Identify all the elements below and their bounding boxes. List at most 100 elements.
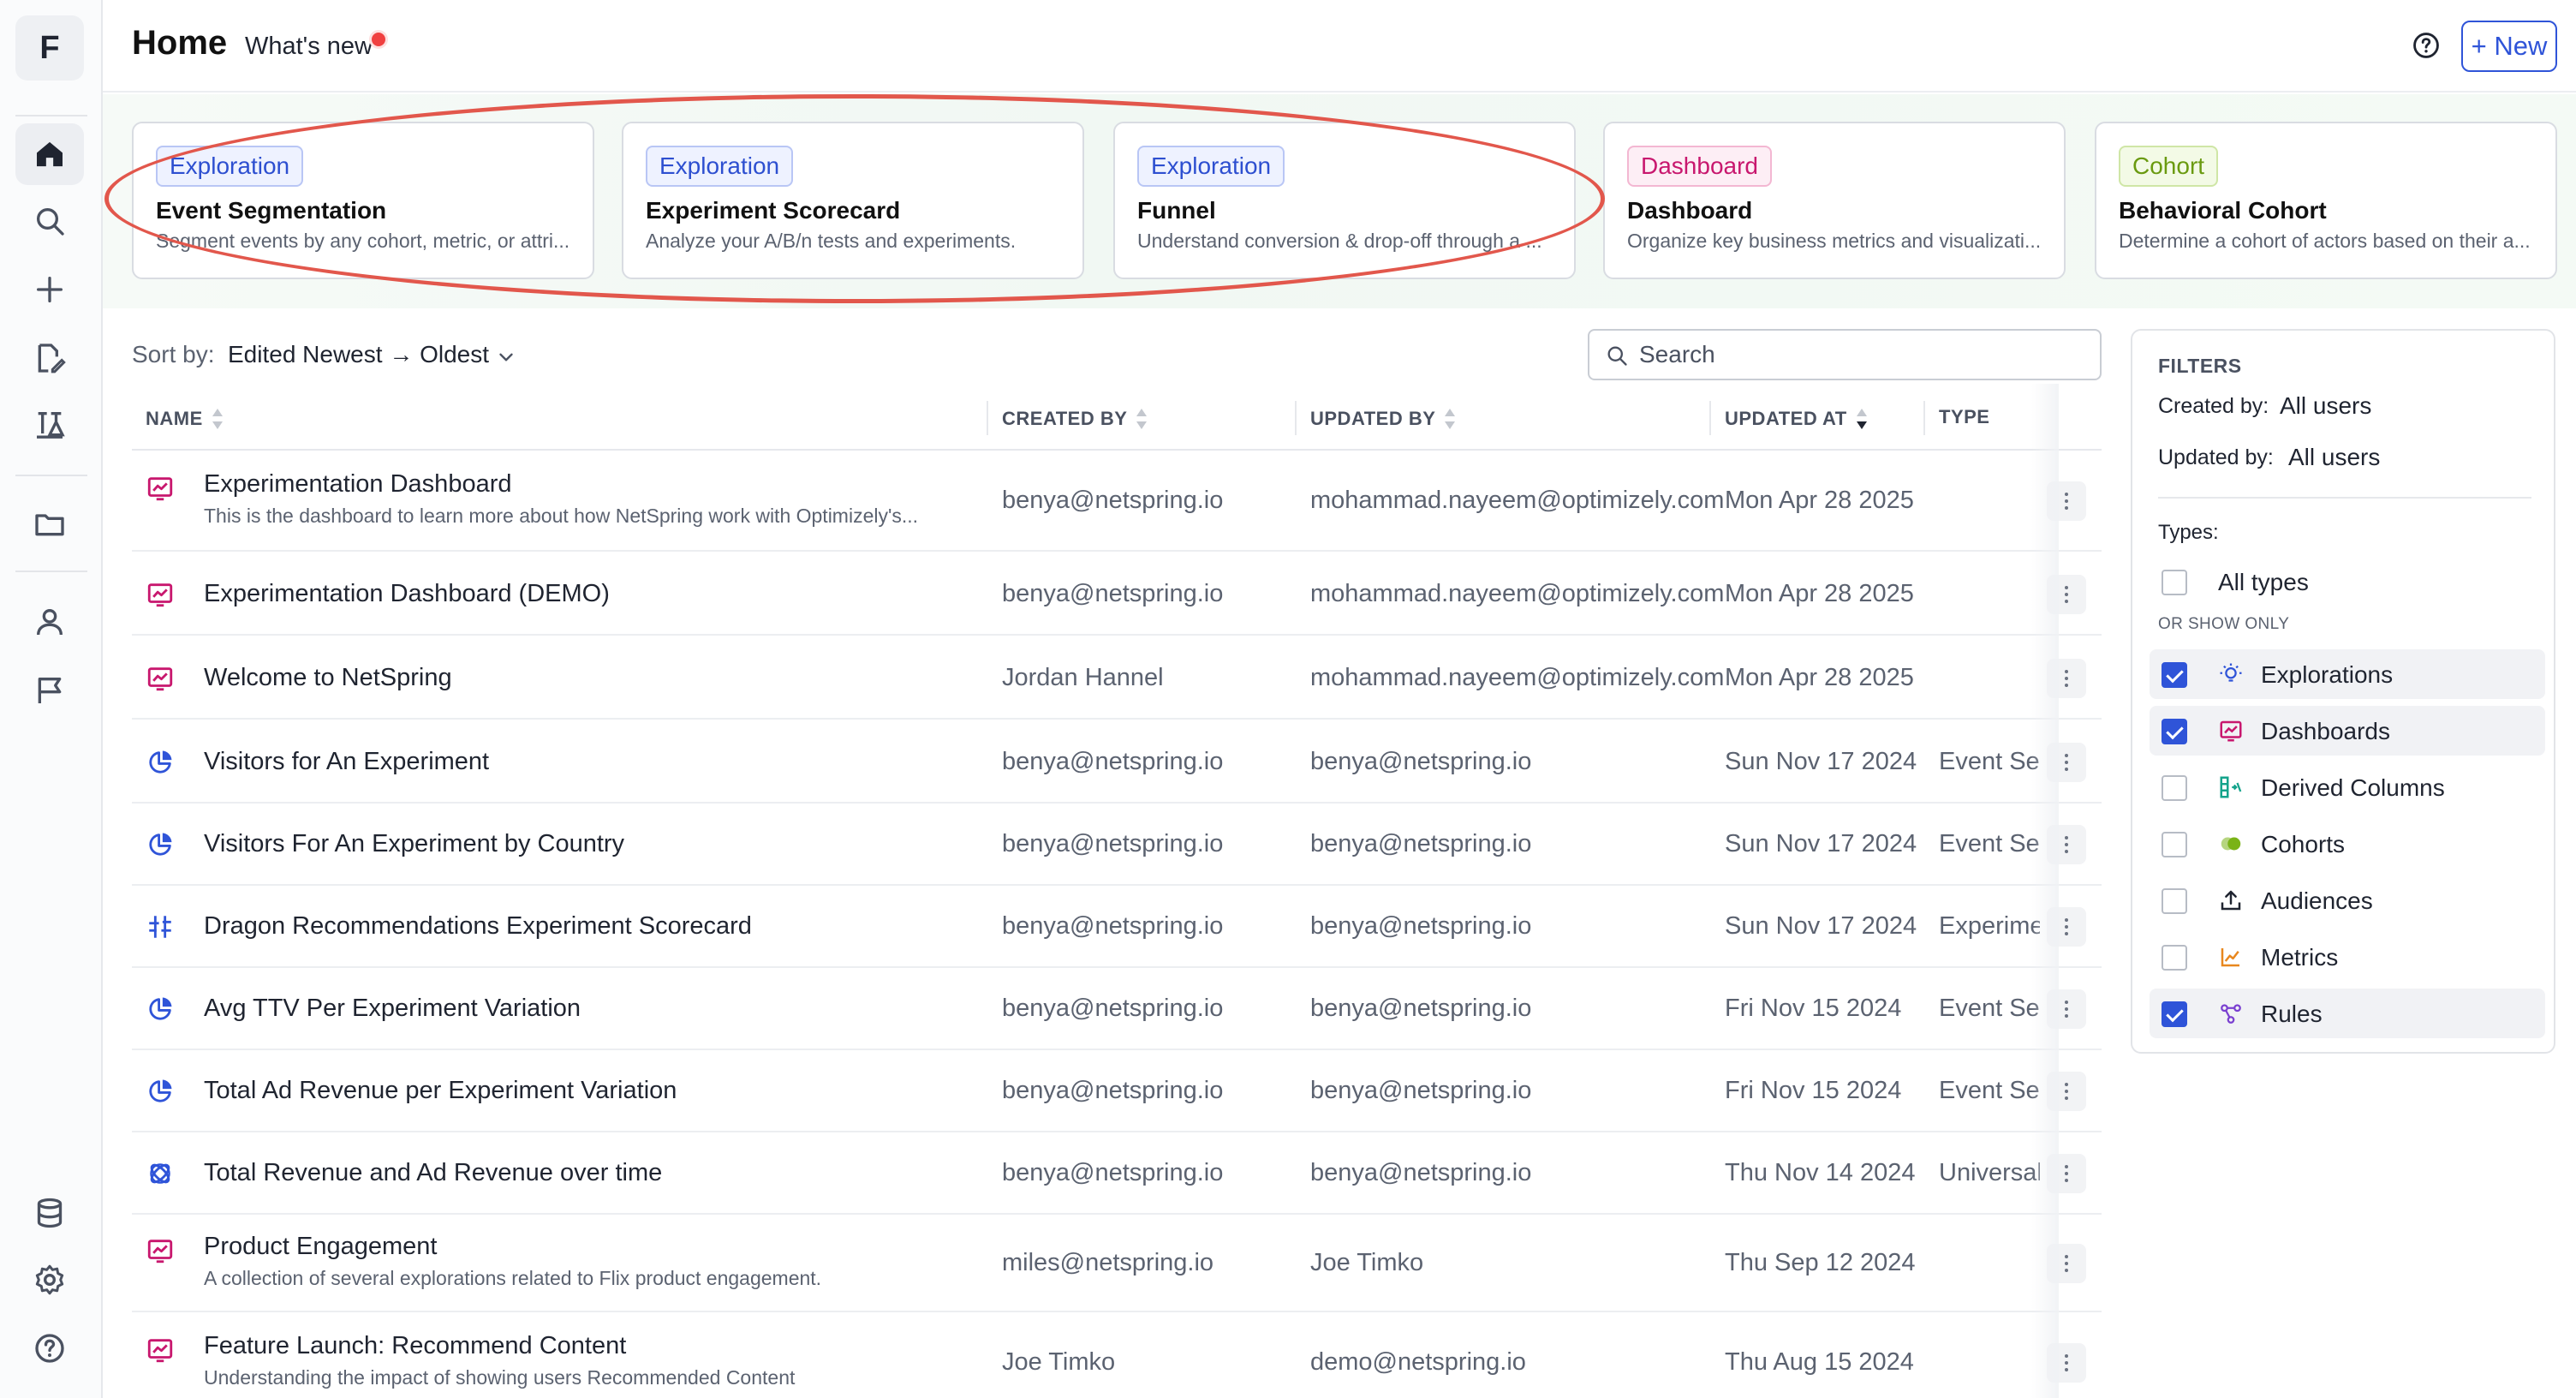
- table-row[interactable]: Visitors for An Experiment benya@netsprin…: [132, 721, 2102, 804]
- table-row[interactable]: Welcome to NetSpring Jordan Hannel mohamma…: [132, 637, 2102, 720]
- type-cell: Event Segmentation: [1939, 1077, 2040, 1104]
- type-filter-checkbox[interactable]: [2162, 888, 2187, 914]
- kebab-icon: [2065, 999, 2068, 1019]
- template-card-experiment-scorecard[interactable]: Exploration Experiment Scorecard Analyze…: [622, 122, 1084, 279]
- page-title: Home: [132, 24, 228, 62]
- chevron-down-icon[interactable]: [495, 346, 517, 368]
- template-card-behavioral-cohort[interactable]: Cohort Behavioral Cohort Determine a coh…: [2095, 122, 2557, 279]
- sort-dropdown[interactable]: Edited Newest → Oldest: [228, 341, 489, 368]
- sidebar-item-edit[interactable]: [15, 327, 84, 389]
- help-icon[interactable]: [2412, 31, 2441, 60]
- sidebar-item-home[interactable]: [15, 123, 84, 185]
- table-row[interactable]: Total Revenue and Ad Revenue over time be…: [132, 1132, 2102, 1215]
- item-name[interactable]: Dragon Recommendations Experiment Scorec…: [204, 912, 752, 941]
- sidebar-item-experiments[interactable]: [15, 394, 84, 456]
- column-header-created-by[interactable]: CREATED BY: [1002, 406, 1149, 432]
- template-card-event-segmentation[interactable]: Exploration Event Segmentation Segment e…: [132, 122, 594, 279]
- created-by-select[interactable]: All users: [2280, 392, 2371, 420]
- type-filter-option[interactable]: Audiences: [2150, 875, 2545, 925]
- all-types-option[interactable]: All types: [2150, 557, 2545, 606]
- table-row[interactable]: Product Engagement A collection of severa…: [132, 1215, 2102, 1312]
- scorecard-icon: [146, 912, 175, 941]
- row-menu-button[interactable]: [2047, 907, 2086, 947]
- sidebar-item-help[interactable]: [15, 1317, 84, 1379]
- all-types-checkbox[interactable]: [2162, 570, 2187, 595]
- column-header-type[interactable]: TYPE: [1939, 406, 1989, 428]
- sort-icon: [1136, 409, 1148, 429]
- row-menu-button[interactable]: [2047, 743, 2086, 782]
- search-icon: [37, 208, 64, 236]
- template-card-dashboard[interactable]: Dashboard Dashboard Organize key busines…: [1603, 122, 2066, 279]
- column-divider: [1709, 401, 1711, 435]
- sidebar-item-settings[interactable]: [15, 1249, 84, 1311]
- whats-new-link[interactable]: What's new: [245, 33, 373, 61]
- table-row[interactable]: Feature Launch: Recommend Content Underst…: [132, 1314, 2102, 1398]
- row-menu-button[interactable]: [2047, 989, 2086, 1029]
- dashboard-icon: [2218, 718, 2244, 744]
- column-header-updated-at[interactable]: UPDATED AT: [1725, 406, 1869, 432]
- table-row[interactable]: Avg TTV Per Experiment Variation benya@ne…: [132, 968, 2102, 1050]
- notification-dot: [372, 33, 385, 46]
- item-name[interactable]: Experimentation Dashboard (DEMO): [204, 580, 610, 608]
- column-header-updated-by[interactable]: UPDATED BY: [1310, 406, 1458, 432]
- table-row[interactable]: Experimentation Dashboard (DEMO) benya@ne…: [132, 553, 2102, 636]
- type-filter-option[interactable]: Rules: [2150, 989, 2545, 1038]
- type-filter-checkbox[interactable]: [2162, 945, 2187, 971]
- item-name[interactable]: Welcome to NetSpring: [204, 664, 452, 692]
- item-description: Understanding the impact of showing user…: [204, 1366, 796, 1389]
- dashboard-icon: [146, 1335, 175, 1365]
- item-name[interactable]: Total Revenue and Ad Revenue over time: [204, 1159, 662, 1187]
- updated-by-cell: Joe Timko: [1310, 1249, 1424, 1276]
- kebab-icon: [2065, 834, 2068, 855]
- row-menu-button[interactable]: [2047, 1244, 2086, 1283]
- sidebar-item-create[interactable]: [15, 259, 84, 320]
- created-by-cell: benya@netspring.io: [1002, 912, 1224, 940]
- new-button[interactable]: + New: [2461, 21, 2557, 72]
- sidebar-item-folders[interactable]: [15, 493, 84, 555]
- type-filter-checkbox[interactable]: [2162, 832, 2187, 857]
- item-name[interactable]: Visitors for An Experiment: [204, 748, 489, 776]
- row-menu-button[interactable]: [2047, 1154, 2086, 1193]
- type-filter-option[interactable]: Dashboards: [2150, 706, 2545, 756]
- dashboard-icon: [146, 1236, 175, 1265]
- updated-at-cell: Sun Nov 17 2024: [1725, 748, 1917, 775]
- type-filter-checkbox[interactable]: [2162, 662, 2187, 688]
- type-filter-option[interactable]: Derived Columns: [2150, 762, 2545, 812]
- sidebar-item-search[interactable]: [15, 190, 84, 252]
- type-filter-option[interactable]: Cohorts: [2150, 819, 2545, 869]
- row-menu-button[interactable]: [2047, 1072, 2086, 1111]
- table-row[interactable]: Visitors For An Experiment by Country ben…: [132, 804, 2102, 886]
- row-menu-button[interactable]: [2047, 825, 2086, 864]
- item-name[interactable]: Total Ad Revenue per Experiment Variatio…: [204, 1077, 677, 1105]
- sidebar-item-users[interactable]: [15, 591, 84, 653]
- row-menu-button[interactable]: [2047, 659, 2086, 698]
- column-header-name[interactable]: NAME: [146, 406, 225, 432]
- table-row[interactable]: Experimentation Dashboard This is the das…: [132, 451, 2102, 552]
- type-filter-option[interactable]: Metrics: [2150, 932, 2545, 982]
- type-filter-checkbox[interactable]: [2162, 719, 2187, 744]
- type-filter-checkbox[interactable]: [2162, 775, 2187, 801]
- item-name[interactable]: Visitors For An Experiment by Country: [204, 830, 624, 858]
- updated-at-cell: Sun Nov 17 2024: [1725, 912, 1917, 940]
- created-by-cell: benya@netspring.io: [1002, 580, 1224, 607]
- sidebar-item-data[interactable]: [15, 1182, 84, 1244]
- item-name[interactable]: Experimentation Dashboard: [204, 470, 511, 499]
- sort-icon: [212, 409, 223, 429]
- item-name[interactable]: Product Engagement: [204, 1233, 437, 1261]
- row-menu-button[interactable]: [2047, 481, 2086, 521]
- type-badge: Exploration: [156, 146, 304, 187]
- table-row[interactable]: Dragon Recommendations Experiment Scorec…: [132, 886, 2102, 968]
- type-filter-option[interactable]: Explorations: [2150, 649, 2545, 699]
- item-name[interactable]: Feature Launch: Recommend Content: [204, 1332, 626, 1360]
- item-name[interactable]: Avg TTV Per Experiment Variation: [204, 995, 581, 1023]
- table-row[interactable]: Total Ad Revenue per Experiment Variatio…: [132, 1050, 2102, 1132]
- sidebar-item-flags[interactable]: [15, 660, 84, 721]
- row-menu-button[interactable]: [2047, 575, 2086, 614]
- type-filter-checkbox[interactable]: [2162, 1001, 2187, 1027]
- row-menu-button[interactable]: [2047, 1343, 2086, 1383]
- plus-icon: [37, 277, 63, 302]
- updated-by-select[interactable]: All users: [2288, 444, 2380, 471]
- template-card-funnel[interactable]: Exploration Funnel Understand conversion…: [1113, 122, 1576, 279]
- search-input[interactable]: [1639, 336, 2084, 373]
- app-logo[interactable]: F: [15, 15, 84, 81]
